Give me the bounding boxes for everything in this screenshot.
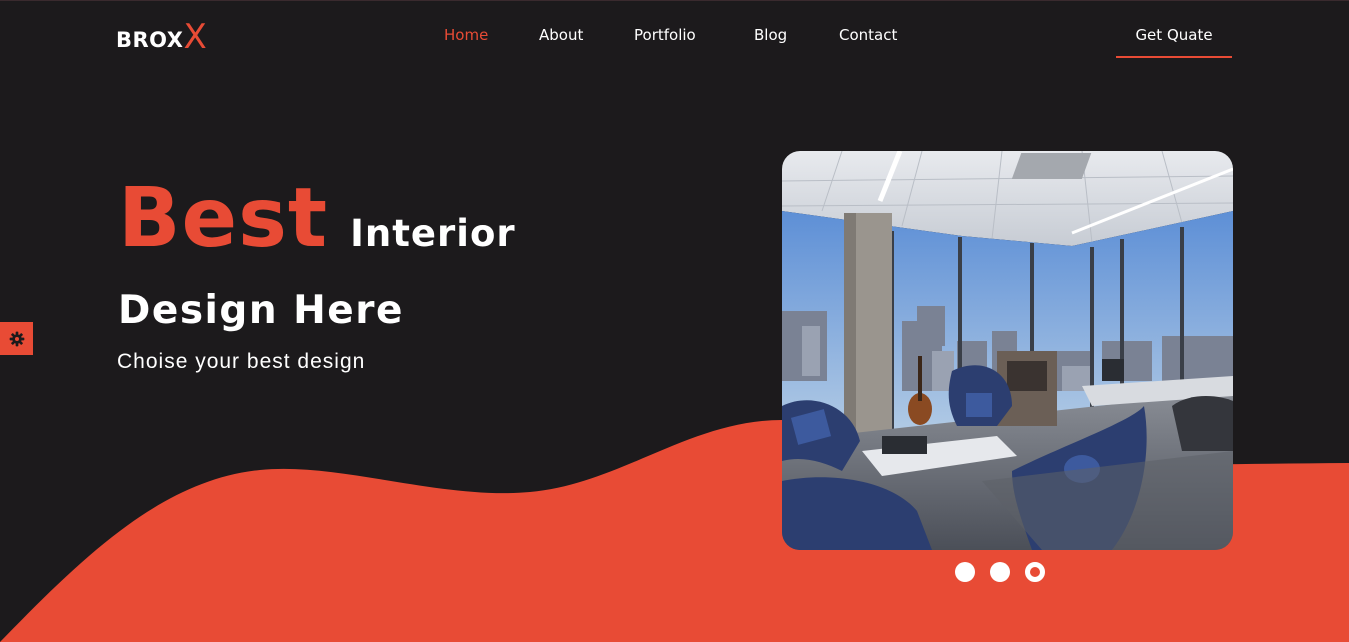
slider-dot-1[interactable] xyxy=(955,562,975,582)
hero-office-image xyxy=(782,151,1233,550)
nav-portfolio[interactable]: Portfolio xyxy=(634,24,696,46)
hero-subtitle: Choise your best design xyxy=(117,350,366,373)
hero-heading: Best Interior xyxy=(118,178,516,268)
page: BROX X Home About Portfolio Blog Contact… xyxy=(0,0,1349,642)
slider-dot-2[interactable] xyxy=(990,562,1010,582)
slider-dots xyxy=(955,562,1047,582)
nav-about[interactable]: About xyxy=(539,24,583,46)
get-quote-button[interactable]: Get Quate xyxy=(1116,22,1232,58)
nav-home[interactable]: Home xyxy=(444,24,488,46)
gear-icon xyxy=(9,331,25,347)
hero-title-rest: Interior xyxy=(350,212,516,255)
nav-blog[interactable]: Blog xyxy=(754,24,787,46)
hero-heading-line2: Design Here xyxy=(118,288,404,333)
settings-toggle-button[interactable] xyxy=(0,322,33,355)
hero-highlight: Best xyxy=(118,171,329,266)
slider-dot-3-active[interactable] xyxy=(1025,562,1045,582)
nav-contact[interactable]: Contact xyxy=(839,24,897,46)
